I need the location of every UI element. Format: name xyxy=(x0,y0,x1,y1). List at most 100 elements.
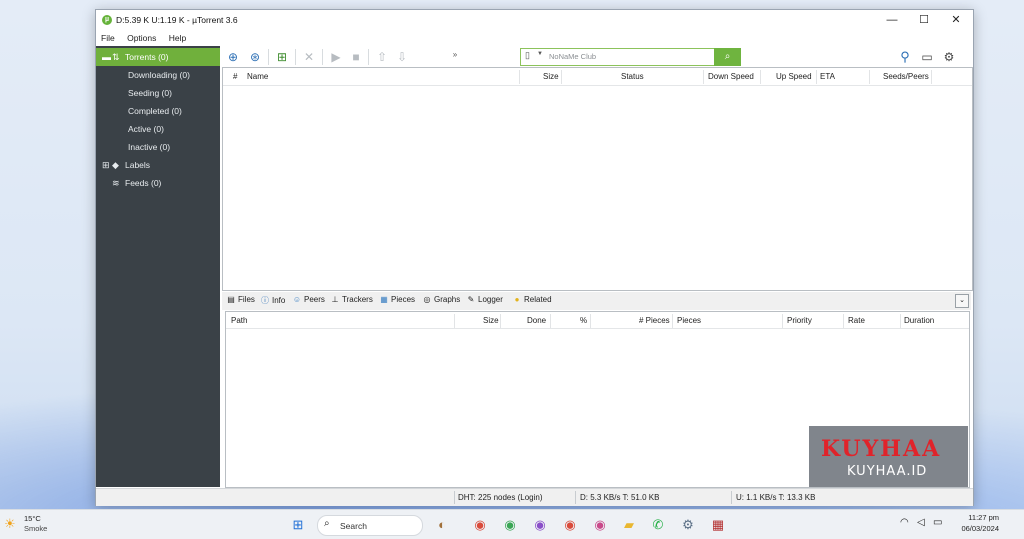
weather-icon[interactable]: ☀ xyxy=(4,516,20,532)
clock-time[interactable]: 11:27 pm xyxy=(961,513,999,522)
column-separator[interactable] xyxy=(703,70,704,84)
sidebar-item-torrents[interactable]: ▬ ⇅ Torrents (0) xyxy=(96,48,220,66)
column-pieces[interactable]: Pieces xyxy=(677,316,701,325)
sidebar-item-labels[interactable]: ⊞ ◆ Labels xyxy=(96,156,220,174)
file-explorer-icon[interactable]: ▰ xyxy=(619,515,639,535)
find-icon[interactable]: ⚲ xyxy=(896,48,914,66)
column-separator[interactable] xyxy=(900,314,901,328)
create-torrent-icon[interactable]: ⊞ xyxy=(273,48,291,66)
column-seeds-peers[interactable]: Seeds/Peers xyxy=(883,72,929,81)
search-button[interactable]: ⌕ xyxy=(714,48,741,66)
windows-start-icon[interactable]: ⊞ xyxy=(288,515,308,535)
collapse-icon[interactable]: ▬ xyxy=(102,48,111,66)
sidebar-item-seeding[interactable]: Seeding (0) xyxy=(96,84,220,102)
tab-info[interactable]: ⓘ Info xyxy=(260,295,285,306)
tab-graphs[interactable]: ◎ Graphs xyxy=(422,295,461,304)
tab-peers[interactable]: ☺ Peers xyxy=(292,295,325,304)
sidebar-item-completed[interactable]: Completed (0) xyxy=(96,102,220,120)
winrar-icon[interactable]: ▦ xyxy=(708,515,728,535)
add-url-icon[interactable]: ⊕ xyxy=(224,48,242,66)
volume-icon[interactable]: ◁ xyxy=(917,517,925,528)
column-duration[interactable]: Duration xyxy=(904,316,934,325)
taskbar-search[interactable]: ⌕ Search xyxy=(317,515,423,536)
column-separator[interactable] xyxy=(550,314,551,328)
remove-icon[interactable]: ✕ xyxy=(300,48,318,66)
column-priority[interactable]: Priority xyxy=(787,316,812,325)
column-status[interactable]: Status xyxy=(621,72,644,81)
column-separator[interactable] xyxy=(590,314,591,328)
menu-help[interactable]: Help xyxy=(164,31,191,43)
status-upload[interactable]: U: 1.1 KB/s T: 13.3 KB xyxy=(736,493,815,502)
column-separator[interactable] xyxy=(760,70,761,84)
column-separator[interactable] xyxy=(561,70,562,84)
chrome-icon[interactable]: ◉ xyxy=(530,515,550,535)
stop-icon[interactable]: ■ xyxy=(347,48,365,66)
tab-logger[interactable]: ✎ Logger xyxy=(466,295,503,304)
column-size[interactable]: Size xyxy=(483,316,499,325)
preferences-icon[interactable]: ⚙ xyxy=(940,48,958,66)
move-down-icon[interactable]: ⇩ xyxy=(393,48,411,66)
chevron-down-icon[interactable]: ⌄ xyxy=(955,294,969,308)
tab-pieces[interactable]: ▦ Pieces xyxy=(379,295,415,304)
chrome-icon[interactable]: ◉ xyxy=(590,515,610,535)
column-separator[interactable] xyxy=(782,314,783,328)
column-num-pieces[interactable]: # Pieces xyxy=(639,316,670,325)
column-rate[interactable]: Rate xyxy=(848,316,865,325)
column-separator[interactable] xyxy=(672,314,673,328)
column-size[interactable]: Size xyxy=(543,72,559,81)
column-separator[interactable] xyxy=(500,314,501,328)
column-path[interactable]: Path xyxy=(231,316,247,325)
column-separator[interactable] xyxy=(869,70,870,84)
chrome-icon[interactable]: ◉ xyxy=(500,515,520,535)
sidebar-item-label: Seeding (0) xyxy=(128,88,172,98)
sidebar-item-label: Inactive (0) xyxy=(128,142,171,152)
column-down-speed[interactable]: Down Speed xyxy=(708,72,754,81)
column-number[interactable]: # xyxy=(233,72,237,81)
tab-trackers[interactable]: ⊥ Trackers xyxy=(330,295,373,304)
add-rss-icon[interactable]: ⊛ xyxy=(246,48,264,66)
toolbar-overflow-icon[interactable]: » xyxy=(446,46,464,64)
sidebar-item-inactive[interactable]: Inactive (0) xyxy=(96,138,220,156)
tab-related[interactable]: ● Related xyxy=(512,295,552,304)
close-button[interactable]: ✕ xyxy=(941,10,971,30)
column-percent[interactable]: % xyxy=(580,316,587,325)
expand-icon[interactable]: ⊞ xyxy=(102,156,110,174)
remote-icon[interactable]: ▭ xyxy=(918,48,936,66)
status-dht[interactable]: DHT: 225 nodes (Login) xyxy=(458,493,543,502)
column-name[interactable]: Name xyxy=(247,72,268,81)
search-provider-icon[interactable]: ▯ xyxy=(525,50,530,61)
sidebar-item-downloading[interactable]: Downloading (0) xyxy=(96,66,220,84)
status-download[interactable]: D: 5.3 KB/s T: 51.0 KB xyxy=(580,493,659,502)
column-separator[interactable] xyxy=(519,70,520,84)
column-separator[interactable] xyxy=(816,70,817,84)
minimize-button[interactable]: — xyxy=(877,10,907,30)
tab-files[interactable]: ▤ Files xyxy=(226,295,255,304)
clock-date[interactable]: 06/03/2024 xyxy=(954,524,999,533)
column-eta[interactable]: ETA xyxy=(820,72,835,81)
weather-temperature[interactable]: 15°C xyxy=(24,514,41,523)
column-done[interactable]: Done xyxy=(527,316,546,325)
move-up-icon[interactable]: ⇧ xyxy=(373,48,391,66)
start-icon[interactable]: ▶ xyxy=(327,48,345,66)
wifi-icon[interactable]: ◠ xyxy=(900,517,909,528)
column-up-speed[interactable]: Up Speed xyxy=(776,72,812,81)
column-separator[interactable] xyxy=(454,314,455,328)
search-input[interactable]: ▯ ▼ NoNaMe Club xyxy=(520,48,716,66)
widgets-icon[interactable]: ◐ xyxy=(432,515,452,535)
column-separator[interactable] xyxy=(843,314,844,328)
whatsapp-icon[interactable]: ✆ xyxy=(648,515,668,535)
settings-icon[interactable]: ⚙ xyxy=(678,515,698,535)
chrome-icon[interactable]: ◉ xyxy=(560,515,580,535)
torrent-list[interactable]: # Name Size Status Down Speed Up Speed E… xyxy=(222,67,973,291)
battery-icon[interactable]: ▭ xyxy=(933,517,942,528)
watermark-url: KUYHAA.ID xyxy=(847,464,928,479)
maximize-button[interactable]: ☐ xyxy=(909,10,939,30)
menu-file[interactable]: File xyxy=(96,31,120,43)
sidebar-item-feeds[interactable]: ≋ Feeds (0) xyxy=(96,174,220,192)
menu-options[interactable]: Options xyxy=(122,31,161,43)
weather-description[interactable]: Smoke xyxy=(24,524,47,533)
chrome-icon[interactable]: ◉ xyxy=(470,515,490,535)
column-separator[interactable] xyxy=(931,70,932,84)
chevron-down-icon[interactable]: ▼ xyxy=(537,51,543,57)
sidebar-item-active[interactable]: Active (0) xyxy=(96,120,220,138)
